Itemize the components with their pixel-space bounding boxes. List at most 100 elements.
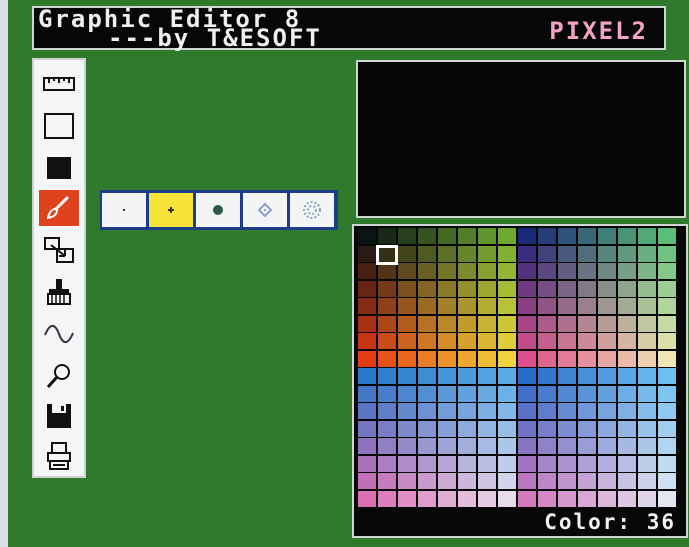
palette-swatch[interactable] xyxy=(458,350,476,367)
palette-swatch[interactable] xyxy=(538,420,556,437)
palette-swatch[interactable] xyxy=(438,438,456,454)
palette-swatch[interactable] xyxy=(438,263,456,279)
palette-swatch[interactable] xyxy=(658,315,676,332)
palette-swatch[interactable] xyxy=(578,350,596,367)
palette-swatch[interactable] xyxy=(598,228,616,244)
palette-swatch[interactable] xyxy=(598,368,616,384)
palette-swatch[interactable] xyxy=(578,333,596,349)
palette-swatch[interactable] xyxy=(458,420,476,437)
palette-swatch[interactable] xyxy=(498,298,516,314)
palette-swatch[interactable] xyxy=(598,298,616,314)
palette-swatch[interactable] xyxy=(538,350,556,367)
paint-tool[interactable] xyxy=(39,274,79,310)
palette-swatch[interactable] xyxy=(418,473,436,489)
palette-swatch[interactable] xyxy=(418,298,436,314)
palette-swatch[interactable] xyxy=(378,315,396,332)
palette-swatch[interactable] xyxy=(598,438,616,454)
palette-swatch[interactable] xyxy=(618,473,636,489)
palette-swatch[interactable] xyxy=(518,315,536,332)
palette-swatch[interactable] xyxy=(638,263,656,279)
palette-swatch[interactable] xyxy=(478,403,496,419)
palette-swatch[interactable] xyxy=(478,385,496,402)
palette-swatch[interactable] xyxy=(358,368,376,384)
palette-swatch[interactable] xyxy=(638,438,656,454)
palette-swatch[interactable] xyxy=(558,420,576,437)
palette-swatch[interactable] xyxy=(398,298,416,314)
palette-swatch[interactable] xyxy=(358,245,376,262)
brush-round[interactable] xyxy=(196,193,240,227)
palette-swatch[interactable] xyxy=(398,368,416,384)
palette-swatch[interactable] xyxy=(438,280,456,297)
palette-swatch[interactable] xyxy=(418,315,436,332)
palette-swatch[interactable] xyxy=(658,298,676,314)
palette-swatch[interactable] xyxy=(618,245,636,262)
palette-swatch[interactable] xyxy=(598,333,616,349)
copy-tool[interactable] xyxy=(39,232,79,268)
palette-swatch[interactable] xyxy=(578,385,596,402)
palette-swatch[interactable] xyxy=(638,245,656,262)
palette-swatch[interactable] xyxy=(598,315,616,332)
palette-swatch[interactable] xyxy=(518,298,536,314)
palette-swatch[interactable] xyxy=(458,438,476,454)
palette-swatch[interactable] xyxy=(558,228,576,244)
palette-swatch[interactable] xyxy=(358,490,376,507)
palette-swatch[interactable] xyxy=(418,350,436,367)
palette-swatch[interactable] xyxy=(638,350,656,367)
palette-swatch[interactable] xyxy=(618,280,636,297)
palette-swatch[interactable] xyxy=(578,298,596,314)
frame-tool[interactable] xyxy=(39,108,79,144)
palette-swatch[interactable] xyxy=(658,403,676,419)
brush-small[interactable] xyxy=(149,193,193,227)
palette-swatch[interactable] xyxy=(358,385,376,402)
palette-swatch[interactable] xyxy=(518,333,536,349)
palette-swatch[interactable] xyxy=(458,403,476,419)
palette-swatch[interactable] xyxy=(378,368,396,384)
palette-swatch[interactable] xyxy=(458,490,476,507)
palette-swatch[interactable] xyxy=(478,368,496,384)
palette-swatch[interactable] xyxy=(438,490,456,507)
palette-swatch[interactable] xyxy=(498,280,516,297)
palette-swatch[interactable] xyxy=(498,438,516,454)
palette-swatch[interactable] xyxy=(418,490,436,507)
palette-swatch[interactable] xyxy=(558,298,576,314)
brush-large[interactable] xyxy=(290,193,334,227)
palette-swatch[interactable] xyxy=(438,455,456,472)
palette-swatch[interactable] xyxy=(378,455,396,472)
palette-swatch[interactable] xyxy=(618,455,636,472)
palette-swatch[interactable] xyxy=(518,263,536,279)
palette-swatch[interactable] xyxy=(558,385,576,402)
palette-swatch[interactable] xyxy=(398,350,416,367)
palette-swatch[interactable] xyxy=(458,385,476,402)
palette-swatch[interactable] xyxy=(398,403,416,419)
palette-swatch[interactable] xyxy=(518,385,536,402)
palette-swatch[interactable] xyxy=(498,228,516,244)
palette-swatch[interactable] xyxy=(518,490,536,507)
palette-swatch[interactable] xyxy=(618,403,636,419)
palette-swatch[interactable] xyxy=(478,333,496,349)
curve-tool[interactable] xyxy=(39,316,79,352)
palette-swatch[interactable] xyxy=(378,350,396,367)
palette-swatch[interactable] xyxy=(478,245,496,262)
palette-swatch[interactable] xyxy=(458,315,476,332)
palette-swatch[interactable] xyxy=(578,455,596,472)
palette-swatch[interactable] xyxy=(478,263,496,279)
palette-swatch[interactable] xyxy=(498,368,516,384)
palette-swatch[interactable] xyxy=(598,245,616,262)
palette-swatch[interactable] xyxy=(358,420,376,437)
palette-swatch[interactable] xyxy=(658,333,676,349)
palette-swatch[interactable] xyxy=(518,420,536,437)
palette-swatch[interactable] xyxy=(478,280,496,297)
palette-swatch[interactable] xyxy=(498,455,516,472)
palette-swatch[interactable] xyxy=(658,420,676,437)
palette-swatch[interactable] xyxy=(558,263,576,279)
palette-swatch[interactable] xyxy=(478,490,496,507)
palette-swatch[interactable] xyxy=(498,315,516,332)
palette-swatch[interactable] xyxy=(578,438,596,454)
palette-swatch[interactable] xyxy=(618,368,636,384)
palette-swatch[interactable] xyxy=(478,315,496,332)
palette-swatch[interactable] xyxy=(398,245,416,262)
palette-swatch[interactable] xyxy=(638,490,656,507)
palette-swatch[interactable] xyxy=(538,490,556,507)
palette-swatch[interactable] xyxy=(518,350,536,367)
palette-swatch[interactable] xyxy=(498,385,516,402)
